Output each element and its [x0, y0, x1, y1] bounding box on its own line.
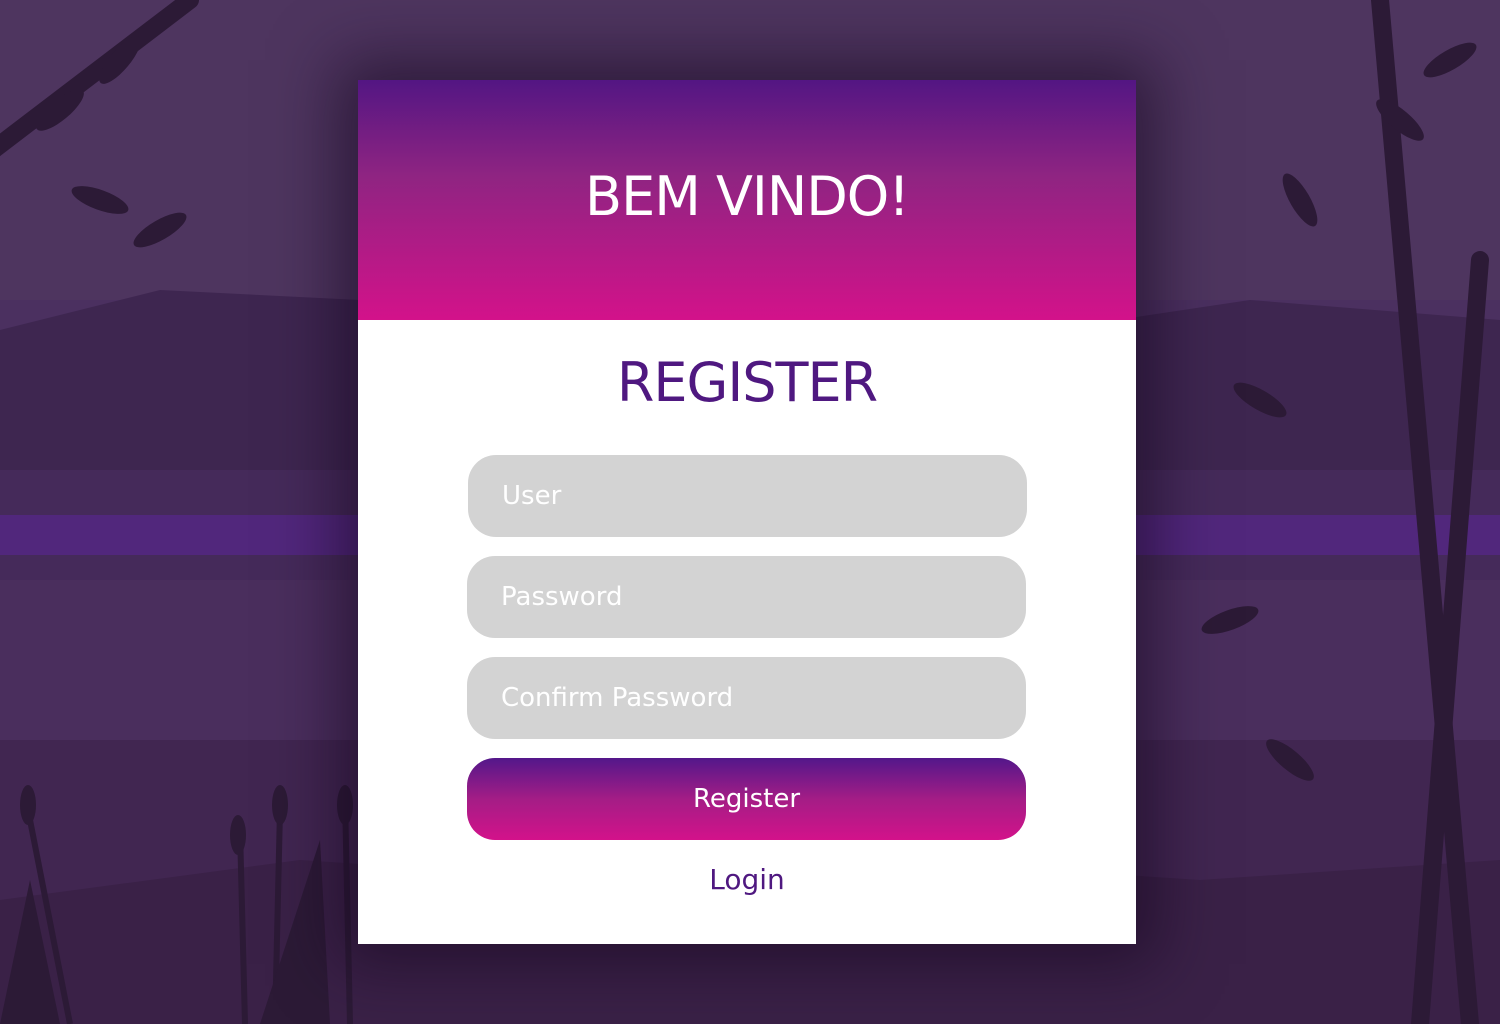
- card-header: BEM VINDO!: [358, 80, 1136, 320]
- login-link-row: Login: [358, 860, 1136, 900]
- password-input[interactable]: [467, 556, 1026, 638]
- register-button[interactable]: Register: [467, 758, 1026, 840]
- user-input[interactable]: [468, 455, 1027, 537]
- login-link[interactable]: Login: [709, 863, 785, 896]
- confirm-password-input[interactable]: [467, 657, 1026, 739]
- register-card: BEM VINDO! REGISTER Register Login: [358, 80, 1136, 944]
- welcome-heading: BEM VINDO!: [585, 165, 910, 228]
- register-title: REGISTER: [616, 351, 878, 414]
